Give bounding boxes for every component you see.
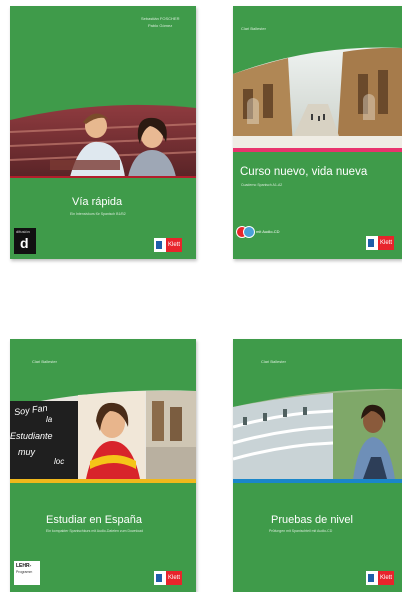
lehrprogramm-badge: LEHR- Programm <box>14 561 40 585</box>
book-title: Estudiar en España <box>46 514 143 526</box>
author-name-2: Pablo Gómez <box>148 23 173 28</box>
chalk-text-5: loc <box>54 457 65 466</box>
book-subtitle: Cuaderno Spanisch A1-A2 <box>241 183 283 187</box>
klett-logo: Klett <box>154 571 182 585</box>
author-name: Sebastián FOSCHER <box>141 16 180 21</box>
book-cover-estudiar-en-espana[interactable]: Clari Ballester Soy Fan la Estudiante mu… <box>10 339 196 592</box>
book-subtitle: Ein Intensivkurs für Spanisch B1/B2 <box>70 212 126 216</box>
klett-logo: Klett <box>366 571 394 585</box>
accent-stripe <box>10 176 196 178</box>
author-name: Clari Ballester <box>241 26 266 31</box>
book-subtitle: Ein kompakter Spanischkurs mit Audio-Dat… <box>46 529 144 533</box>
accent-stripe <box>233 148 402 152</box>
book-cover-via-rapida[interactable]: Sebastián FOSCHER Pablo Gómez Vía rápida… <box>10 6 196 259</box>
book-cover-pruebas-de-nivel[interactable]: Clari Ballester Pruebas de nivel Prüfung… <box>233 339 402 592</box>
accent-stripe <box>233 479 402 483</box>
cover-photo-street <box>233 47 402 148</box>
book-title: Curso nuevo, vida nueva <box>240 166 368 178</box>
chalk-text-3: Estudiante <box>10 431 53 441</box>
author-name: Clari Ballester <box>261 359 286 364</box>
book-title: Vía rápida <box>72 196 123 208</box>
cover-photo-campus <box>233 388 402 479</box>
author-name: Clari Ballester <box>32 359 57 364</box>
book-subtitle: Prüfungen mit Spanischteil mit Audio-CD <box>269 529 333 533</box>
klett-logo: Klett <box>154 238 182 252</box>
book-cover-curso-nuevo[interactable]: Clari Ballester Curso nuevo, vida nueva … <box>233 6 402 259</box>
chalk-text-4: muy <box>18 447 36 457</box>
book-title: Pruebas de nivel <box>271 514 353 526</box>
accent-stripe <box>10 479 196 483</box>
cover-photo-students <box>10 104 196 177</box>
klett-logo: Klett <box>366 236 394 250</box>
chalk-text-2: la <box>46 415 53 424</box>
difusion-logo: difusión d <box>14 228 36 254</box>
